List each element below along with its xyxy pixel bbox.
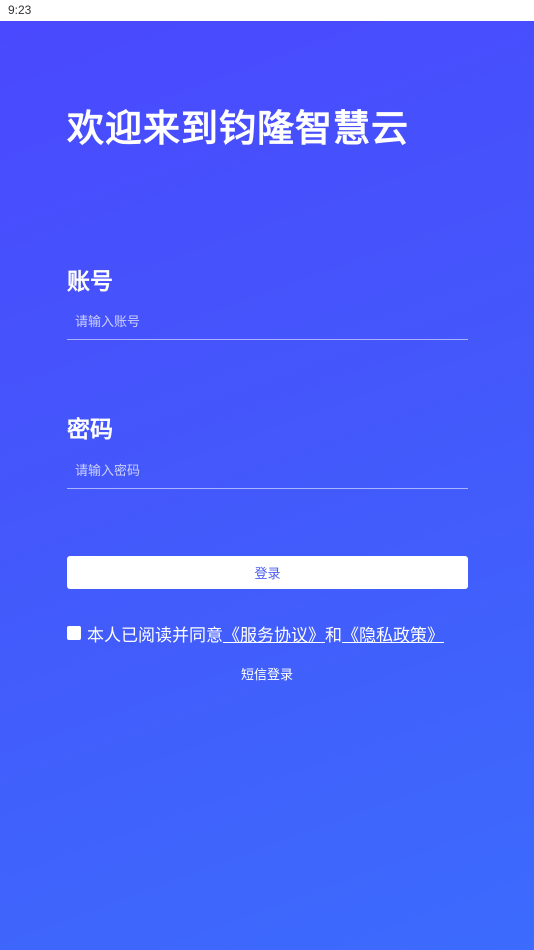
account-input[interactable] <box>67 305 468 339</box>
account-field <box>67 305 468 340</box>
agree-checkbox[interactable] <box>67 626 81 640</box>
agreement-prefix: 本人已阅读并同意 <box>87 625 223 646</box>
privacy-policy-link[interactable]: 《隐私政策》 <box>342 621 444 646</box>
status-bar: 9:23 <box>0 0 534 21</box>
agreement-connector: 和 <box>325 625 342 646</box>
service-agreement-link[interactable]: 《服务协议》 <box>223 621 325 646</box>
password-label: 密码 <box>67 417 113 443</box>
password-input[interactable] <box>67 454 468 488</box>
password-field <box>67 454 468 489</box>
status-time: 9:23 <box>8 3 32 17</box>
login-screen: 9:23 欢迎来到钧隆智慧云 账号 密码 登录 本人已阅读并同意 《服务协议》 … <box>0 0 534 950</box>
account-label: 账号 <box>67 269 113 295</box>
sms-login-link[interactable]: 短信登录 <box>0 664 534 683</box>
login-button[interactable]: 登录 <box>67 556 468 589</box>
agreement-row: 本人已阅读并同意 《服务协议》 和 《隐私政策》 <box>67 621 444 646</box>
page-title: 欢迎来到钧隆智慧云 <box>67 107 409 150</box>
